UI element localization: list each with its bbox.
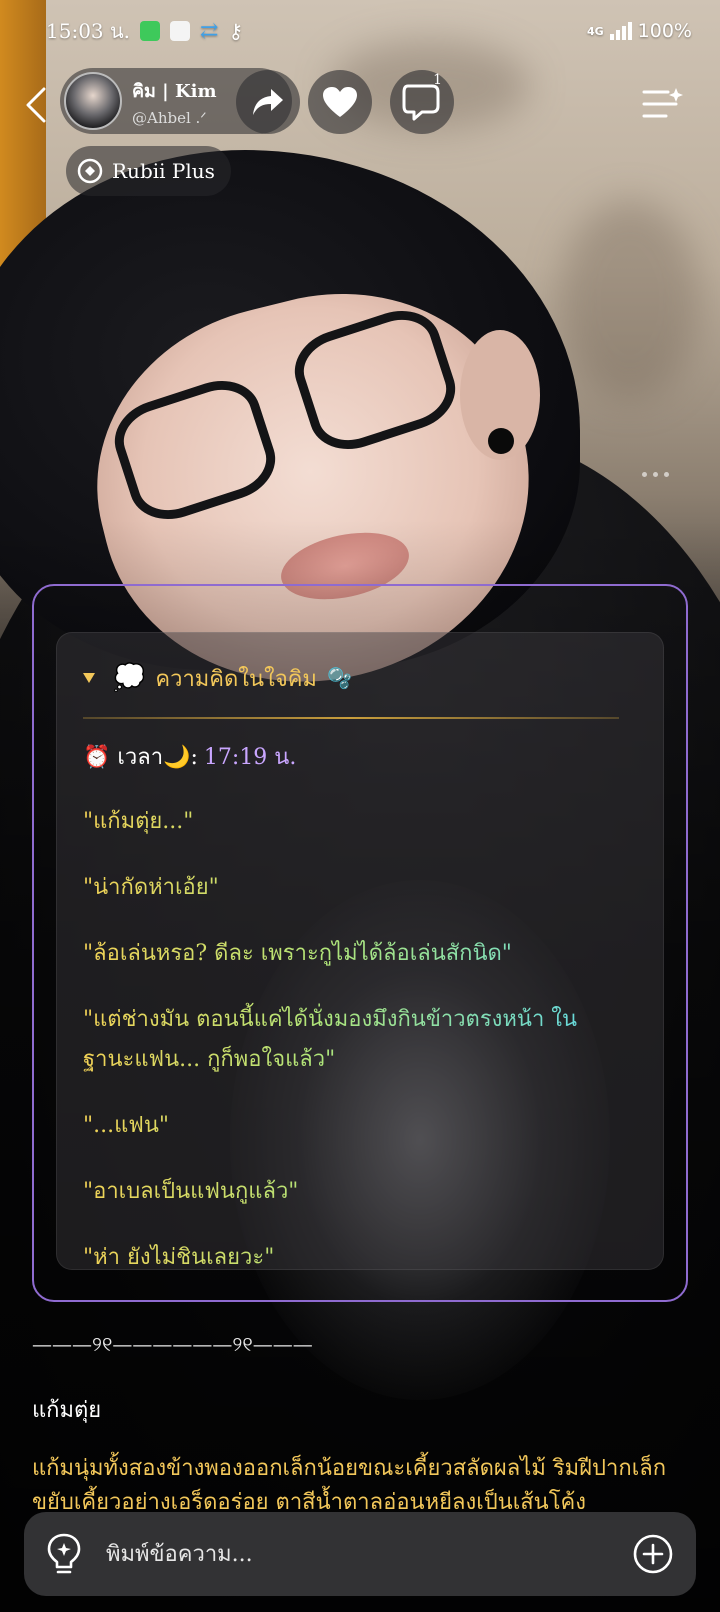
wall-stain: [560, 200, 700, 400]
thought-bubble-icon: 💭: [113, 663, 146, 693]
thought-line: "แต่ช่างมัน ตอนนี้แค่ได้นั่งมองมึงกินข้า…: [83, 1000, 613, 1080]
thought-line: "ล้อเล่นหรอ? ดีละ เพราะกูไม่ได้ล้อเล่นสั…: [83, 934, 639, 974]
thought-line: "...แฟน": [83, 1106, 639, 1146]
menu-button[interactable]: [640, 84, 684, 124]
line-app-icon: [140, 21, 161, 41]
network-type: 4G: [586, 24, 604, 38]
thought-line: "อาเบลเป็นแฟนกูแล้ว": [83, 1172, 639, 1212]
more-options-icon[interactable]: [642, 472, 669, 477]
thought-card: 💭 ความคิดในใจคิม 🫧 ⏰ เวลา🌙: 17:19 น. "แก…: [56, 632, 664, 1270]
earring: [488, 428, 514, 454]
back-button[interactable]: [16, 82, 56, 128]
avatar[interactable]: [64, 72, 122, 130]
share-icon: [253, 89, 283, 115]
card-divider: [83, 717, 619, 719]
comments-button[interactable]: 1: [390, 70, 454, 134]
message-narration: แก้มนุ่มทั้งสองข้างพองออกเล็กน้อยขณะเคี้…: [32, 1456, 667, 1515]
thought-line: "น่ากัดห่าเอ้ย": [83, 868, 639, 908]
message-text: แก้มตุ่ย: [32, 1398, 102, 1423]
rubii-plus-button[interactable]: Rubii Plus: [66, 146, 231, 196]
signal-icon: [609, 22, 632, 40]
thought-card-header[interactable]: 💭 ความคิดในใจคิม 🫧: [83, 657, 639, 699]
like-button[interactable]: [308, 70, 372, 134]
profile-name: คิม | Kim: [132, 80, 217, 102]
thought-title: ความคิดในใจคิม: [155, 666, 317, 692]
rubii-plus-label: Rubii Plus: [112, 159, 215, 183]
message-composer: [24, 1512, 696, 1596]
decorative-divider: ———୨୧——————୨୧———: [32, 1332, 313, 1356]
message-input[interactable]: [106, 1541, 632, 1567]
comment-count: 1: [433, 72, 442, 88]
battery-level: 100%: [637, 20, 692, 42]
heart-icon: [323, 87, 357, 117]
lightbulb-icon[interactable]: [46, 1532, 82, 1576]
list-sparkle-icon: [642, 88, 683, 118]
thought-line: "แก้มตุ่ย...": [83, 802, 639, 842]
thought-line: "ห่า ยังไม่ชินเลยวะ": [83, 1238, 639, 1278]
status-time: 15:03 น.: [46, 19, 131, 43]
rubii-plus-icon: [77, 158, 103, 184]
status-bar: 15:03 น. ⇄ ⚷ 4G 100%: [0, 0, 720, 62]
chevron-left-icon: [26, 87, 46, 123]
time-label: ⏰ เวลา🌙:: [83, 745, 198, 770]
share-button[interactable]: [236, 70, 300, 134]
time-value: 17:19 น.: [203, 745, 297, 770]
comment-bubble-icon: [402, 84, 440, 121]
profile-handle: @Ahbel .ᐟ: [132, 108, 207, 127]
time-row: ⏰ เวลา🌙: 17:19 น.: [83, 739, 639, 774]
bubbles-icon: 🫧: [326, 666, 352, 690]
add-circle-icon[interactable]: [632, 1533, 674, 1575]
facebook-icon: [170, 21, 191, 41]
key-icon: ⚷: [228, 19, 244, 43]
sync-icon: ⇄: [200, 18, 219, 44]
collapse-triangle-icon[interactable]: [83, 673, 95, 683]
